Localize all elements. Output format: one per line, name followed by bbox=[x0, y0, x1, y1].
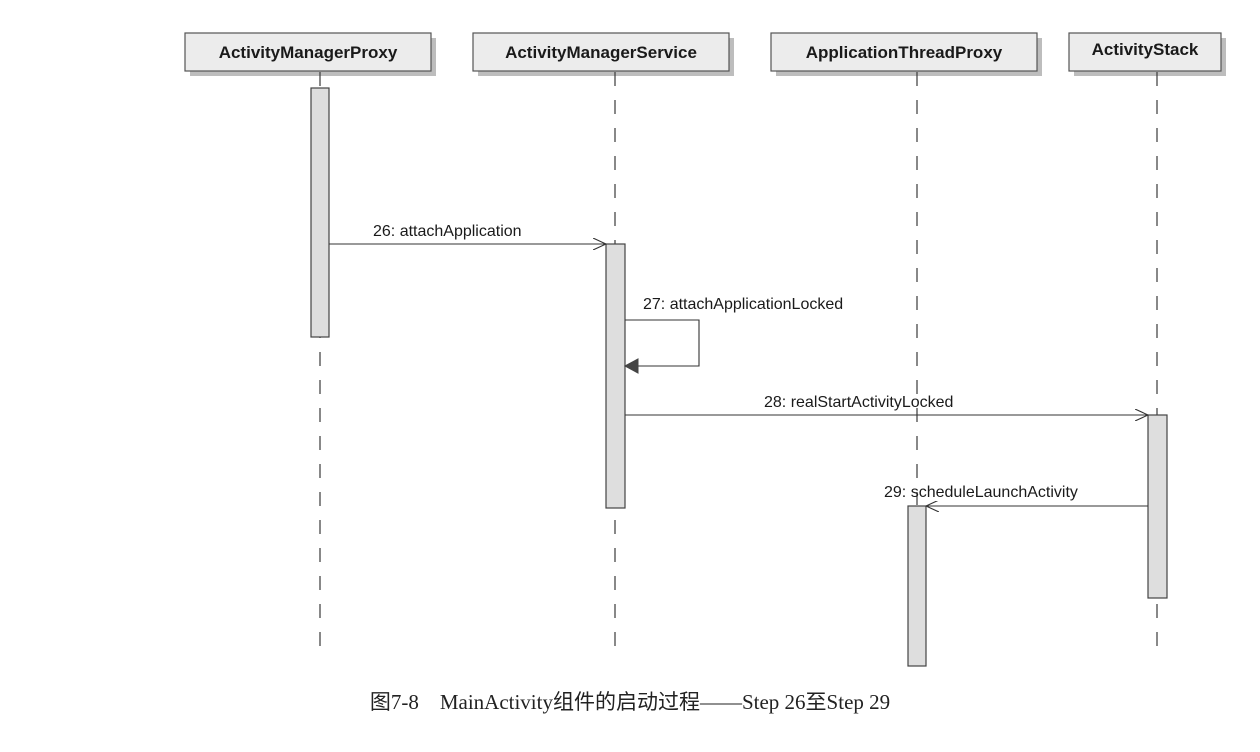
message-label: 28: realStartActivityLocked bbox=[764, 394, 953, 411]
participant-application-thread-proxy: ApplicationThreadProxy bbox=[770, 32, 1042, 76]
participant-label: ActivityStack bbox=[1092, 40, 1199, 59]
participant-activity-stack: ActivityStack bbox=[1068, 32, 1226, 76]
participant-activity-manager-service: ActivityManagerService bbox=[472, 32, 734, 76]
participant-label: ActivityManagerService bbox=[505, 43, 697, 62]
activation-bar-activity-manager-proxy bbox=[310, 87, 330, 338]
participant-activity-manager-proxy: ActivityManagerProxy bbox=[184, 32, 436, 76]
participant-label: ActivityManagerProxy bbox=[219, 43, 398, 62]
message-label: 26: attachApplication bbox=[373, 223, 522, 240]
message-schedule-launch-activity: 29: scheduleLaunchActivity bbox=[884, 481, 1148, 506]
sequence-diagram: ActivityManagerProxy ActivityManagerServ… bbox=[184, 32, 1226, 667]
activation-bar-activity-manager-service bbox=[605, 243, 626, 509]
activation-bar-application-thread-proxy bbox=[907, 505, 927, 667]
participant-label: ApplicationThreadProxy bbox=[806, 43, 1003, 62]
figure-caption: 图7-8 MainActivity组件的启动过程——Step 26至Step 2… bbox=[369, 690, 891, 714]
self-call-path bbox=[625, 319, 700, 367]
message-real-start-activity-locked: 28: realStartActivityLocked bbox=[625, 394, 1148, 415]
message-label: 27: attachApplicationLocked bbox=[643, 296, 843, 313]
message-label: 29: scheduleLaunchActivity bbox=[884, 484, 1078, 501]
message-attach-application-locked: 27: attachApplicationLocked bbox=[623, 296, 843, 374]
message-attach-application: 26: attachApplication bbox=[329, 223, 606, 244]
activation-bar-activity-stack bbox=[1147, 414, 1168, 599]
filled-arrowhead-icon bbox=[623, 358, 639, 374]
